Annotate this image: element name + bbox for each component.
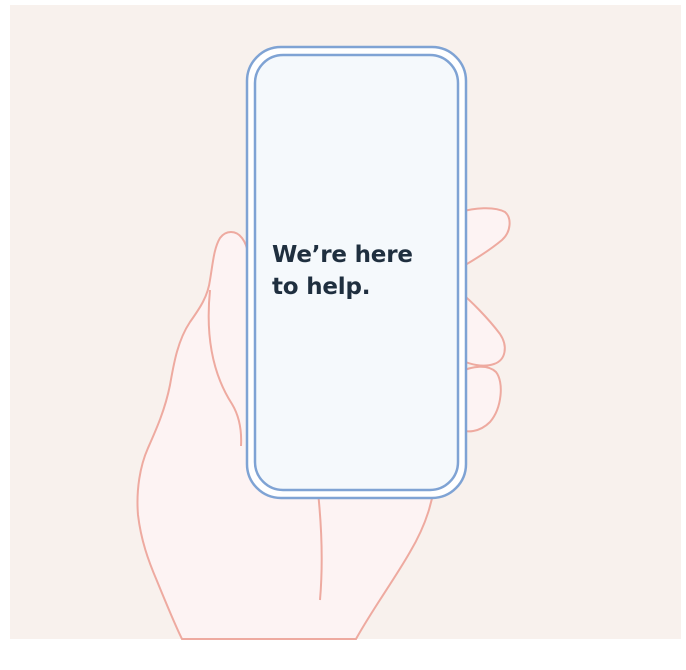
illustration-canvas: We’re here to help. [0,0,686,670]
phone-screen-message: We’re here to help. [272,240,442,303]
finger-top [459,207,511,270]
hand-holding-phone-illustration [136,45,511,640]
message-line-2: to help. [272,273,371,300]
message-line-1: We’re here [272,242,413,268]
